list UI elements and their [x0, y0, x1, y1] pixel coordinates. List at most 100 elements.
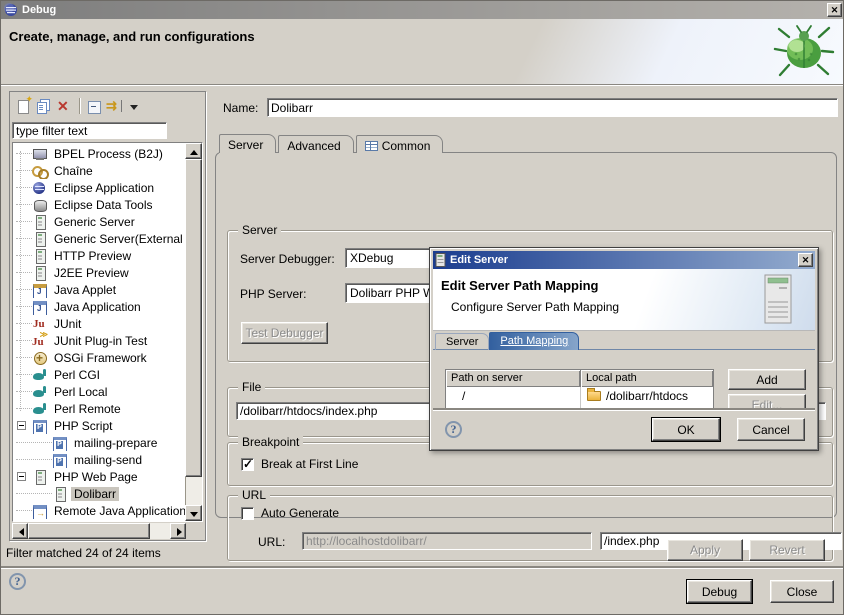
tree-item-bpel-process[interactable]: BPEL Process (B2J): [13, 145, 185, 162]
close-button[interactable]: Close: [770, 580, 834, 603]
tree-item-php-web-page[interactable]: PHP Web Page: [13, 468, 185, 485]
tree-item-junit[interactable]: JUnit: [13, 315, 185, 332]
tree-item-dolibarr[interactable]: Dolibarr: [13, 485, 185, 502]
scroll-right-icon[interactable]: [170, 523, 186, 539]
column-path-on-server[interactable]: Path on server: [446, 370, 581, 387]
tree-item-generic-server-external[interactable]: Generic Server(External La: [13, 230, 185, 247]
dialog-close-button[interactable]: ✕: [798, 253, 813, 267]
new-configuration-icon[interactable]: [14, 98, 34, 115]
tree-item-junit-plugin-test[interactable]: JUnit Plug-in Test: [13, 332, 185, 349]
eclipse-application-icon: [32, 180, 48, 196]
tree-item-java-applet[interactable]: Java Applet: [13, 281, 185, 298]
tree-item-eclipse-data-tools[interactable]: Eclipse Data Tools: [13, 196, 185, 213]
tree-horizontal-scrollbar[interactable]: [12, 523, 186, 539]
tree-item-java-application[interactable]: Java Application: [13, 298, 185, 315]
tab-advanced[interactable]: Advanced: [278, 135, 353, 153]
scroll-up-icon[interactable]: [185, 143, 202, 159]
collapse-toggle-icon[interactable]: [17, 472, 26, 481]
filter-input[interactable]: [12, 122, 167, 139]
php-icon: [32, 418, 48, 434]
table-row[interactable]: / /dolibarr/htdocs: [446, 387, 713, 404]
tree-item-osgi-framework[interactable]: OSGi Framework: [13, 349, 185, 366]
column-local-path[interactable]: Local path: [581, 370, 713, 387]
file-group-title: File: [238, 380, 265, 394]
help-icon[interactable]: ?: [9, 573, 26, 590]
apply-button[interactable]: Apply: [667, 539, 743, 561]
auto-generate-checkbox[interactable]: [241, 507, 254, 520]
server-path-cell: /: [446, 387, 581, 404]
dialog-tabs: Server Path Mapping: [435, 332, 579, 350]
window-close-button[interactable]: ✕: [827, 3, 842, 17]
tree-item-chaine[interactable]: Chaîne: [13, 162, 185, 179]
collapse-all-icon[interactable]: [85, 98, 105, 115]
server-icon: [32, 214, 48, 230]
remote-java-icon: [32, 503, 48, 519]
tree-rows: BPEL Process (B2J) Chaîne Eclipse Applic…: [13, 145, 185, 519]
tree-item-perl-remote[interactable]: Perl Remote: [13, 400, 185, 417]
tree-vertical-scrollbar[interactable]: [185, 143, 202, 521]
add-mapping-button[interactable]: Add: [728, 369, 806, 390]
scroll-down-icon[interactable]: [185, 505, 202, 521]
configuration-tree: BPEL Process (B2J) Chaîne Eclipse Applic…: [12, 142, 203, 522]
local-path-cell: /dolibarr/htdocs: [581, 387, 713, 404]
server-tower-icon: [761, 273, 797, 325]
configuration-tabs: Server Advanced Common: [219, 134, 445, 153]
tree-item-j2ee-preview[interactable]: J2EE Preview: [13, 264, 185, 281]
edit-server-dialog: Edit Server ✕ Edit Server Path Mapping C…: [429, 247, 819, 451]
configurations-sidebar: BPEL Process (B2J) Chaîne Eclipse Applic…: [9, 91, 206, 541]
tree-item-generic-server[interactable]: Generic Server: [13, 213, 185, 230]
tab-server[interactable]: Server: [219, 134, 276, 153]
tree-item-mailing-send[interactable]: mailing-send: [13, 451, 185, 468]
php-server-icon: [32, 469, 48, 485]
tab-common[interactable]: Common: [356, 135, 444, 153]
php-server-label: PHP Server:: [240, 287, 306, 301]
close-icon: ✕: [831, 6, 839, 15]
name-label: Name:: [223, 101, 258, 115]
tree-item-remote-java-application[interactable]: Remote Java Application: [13, 502, 185, 519]
dialog-tab-server[interactable]: Server: [435, 333, 489, 350]
footer-separator: [1, 566, 844, 568]
revert-button[interactable]: Revert: [749, 539, 825, 561]
php-icon: [52, 435, 68, 451]
break-first-line-checkbox[interactable]: [241, 458, 254, 471]
server-icon: [32, 231, 48, 247]
test-debugger-button[interactable]: Test Debugger: [241, 322, 328, 344]
tree-item-eclipse-application[interactable]: Eclipse Application: [13, 179, 185, 196]
table-icon: [365, 141, 378, 151]
bpel-process-icon: [32, 146, 48, 162]
php-icon: [52, 452, 68, 468]
tree-item-php-script[interactable]: PHP Script: [13, 417, 185, 434]
cancel-button[interactable]: Cancel: [737, 418, 805, 441]
dialog-heading: Edit Server Path Mapping: [441, 278, 598, 293]
tree-item-perl-local[interactable]: Perl Local: [13, 383, 185, 400]
database-icon: [32, 197, 48, 213]
dialog-button-bar: ? OK Cancel: [433, 408, 815, 447]
url-label: URL:: [258, 535, 285, 549]
sidebar-toolbar: [10, 92, 205, 120]
dialog-tab-path-mapping[interactable]: Path Mapping: [489, 332, 579, 350]
menu-dropdown-icon[interactable]: [125, 98, 145, 115]
scrollbar-thumb[interactable]: [28, 523, 150, 539]
scrollbar-thumb[interactable]: [185, 159, 202, 477]
bug-icon: [773, 23, 835, 79]
duplicate-configuration-icon[interactable]: [34, 98, 54, 115]
tree-item-http-preview[interactable]: HTTP Preview: [13, 247, 185, 264]
dialog-help-icon[interactable]: ?: [445, 421, 462, 438]
path-mapping-table: Path on server Local path / /dolibarr/ht…: [445, 369, 714, 410]
server-icon: [435, 253, 446, 267]
header-title: Create, manage, and run configurations: [9, 29, 255, 44]
osgi-icon: [32, 350, 48, 366]
collapse-toggle-icon[interactable]: [17, 421, 26, 430]
scroll-left-icon[interactable]: [12, 523, 28, 539]
tree-item-perl-cgi[interactable]: Perl CGI: [13, 366, 185, 383]
dialog-titlebar: Edit Server ✕: [433, 251, 815, 269]
filter-configurations-icon[interactable]: [105, 98, 125, 115]
java-application-icon: [32, 299, 48, 315]
chain-icon: [32, 163, 48, 179]
name-input[interactable]: [267, 98, 838, 117]
delete-configuration-icon[interactable]: [54, 98, 74, 115]
tree-item-mailing-prepare[interactable]: mailing-prepare: [13, 434, 185, 451]
perl-icon: [32, 401, 48, 417]
debug-button[interactable]: Debug: [687, 580, 752, 603]
ok-button[interactable]: OK: [652, 418, 720, 441]
